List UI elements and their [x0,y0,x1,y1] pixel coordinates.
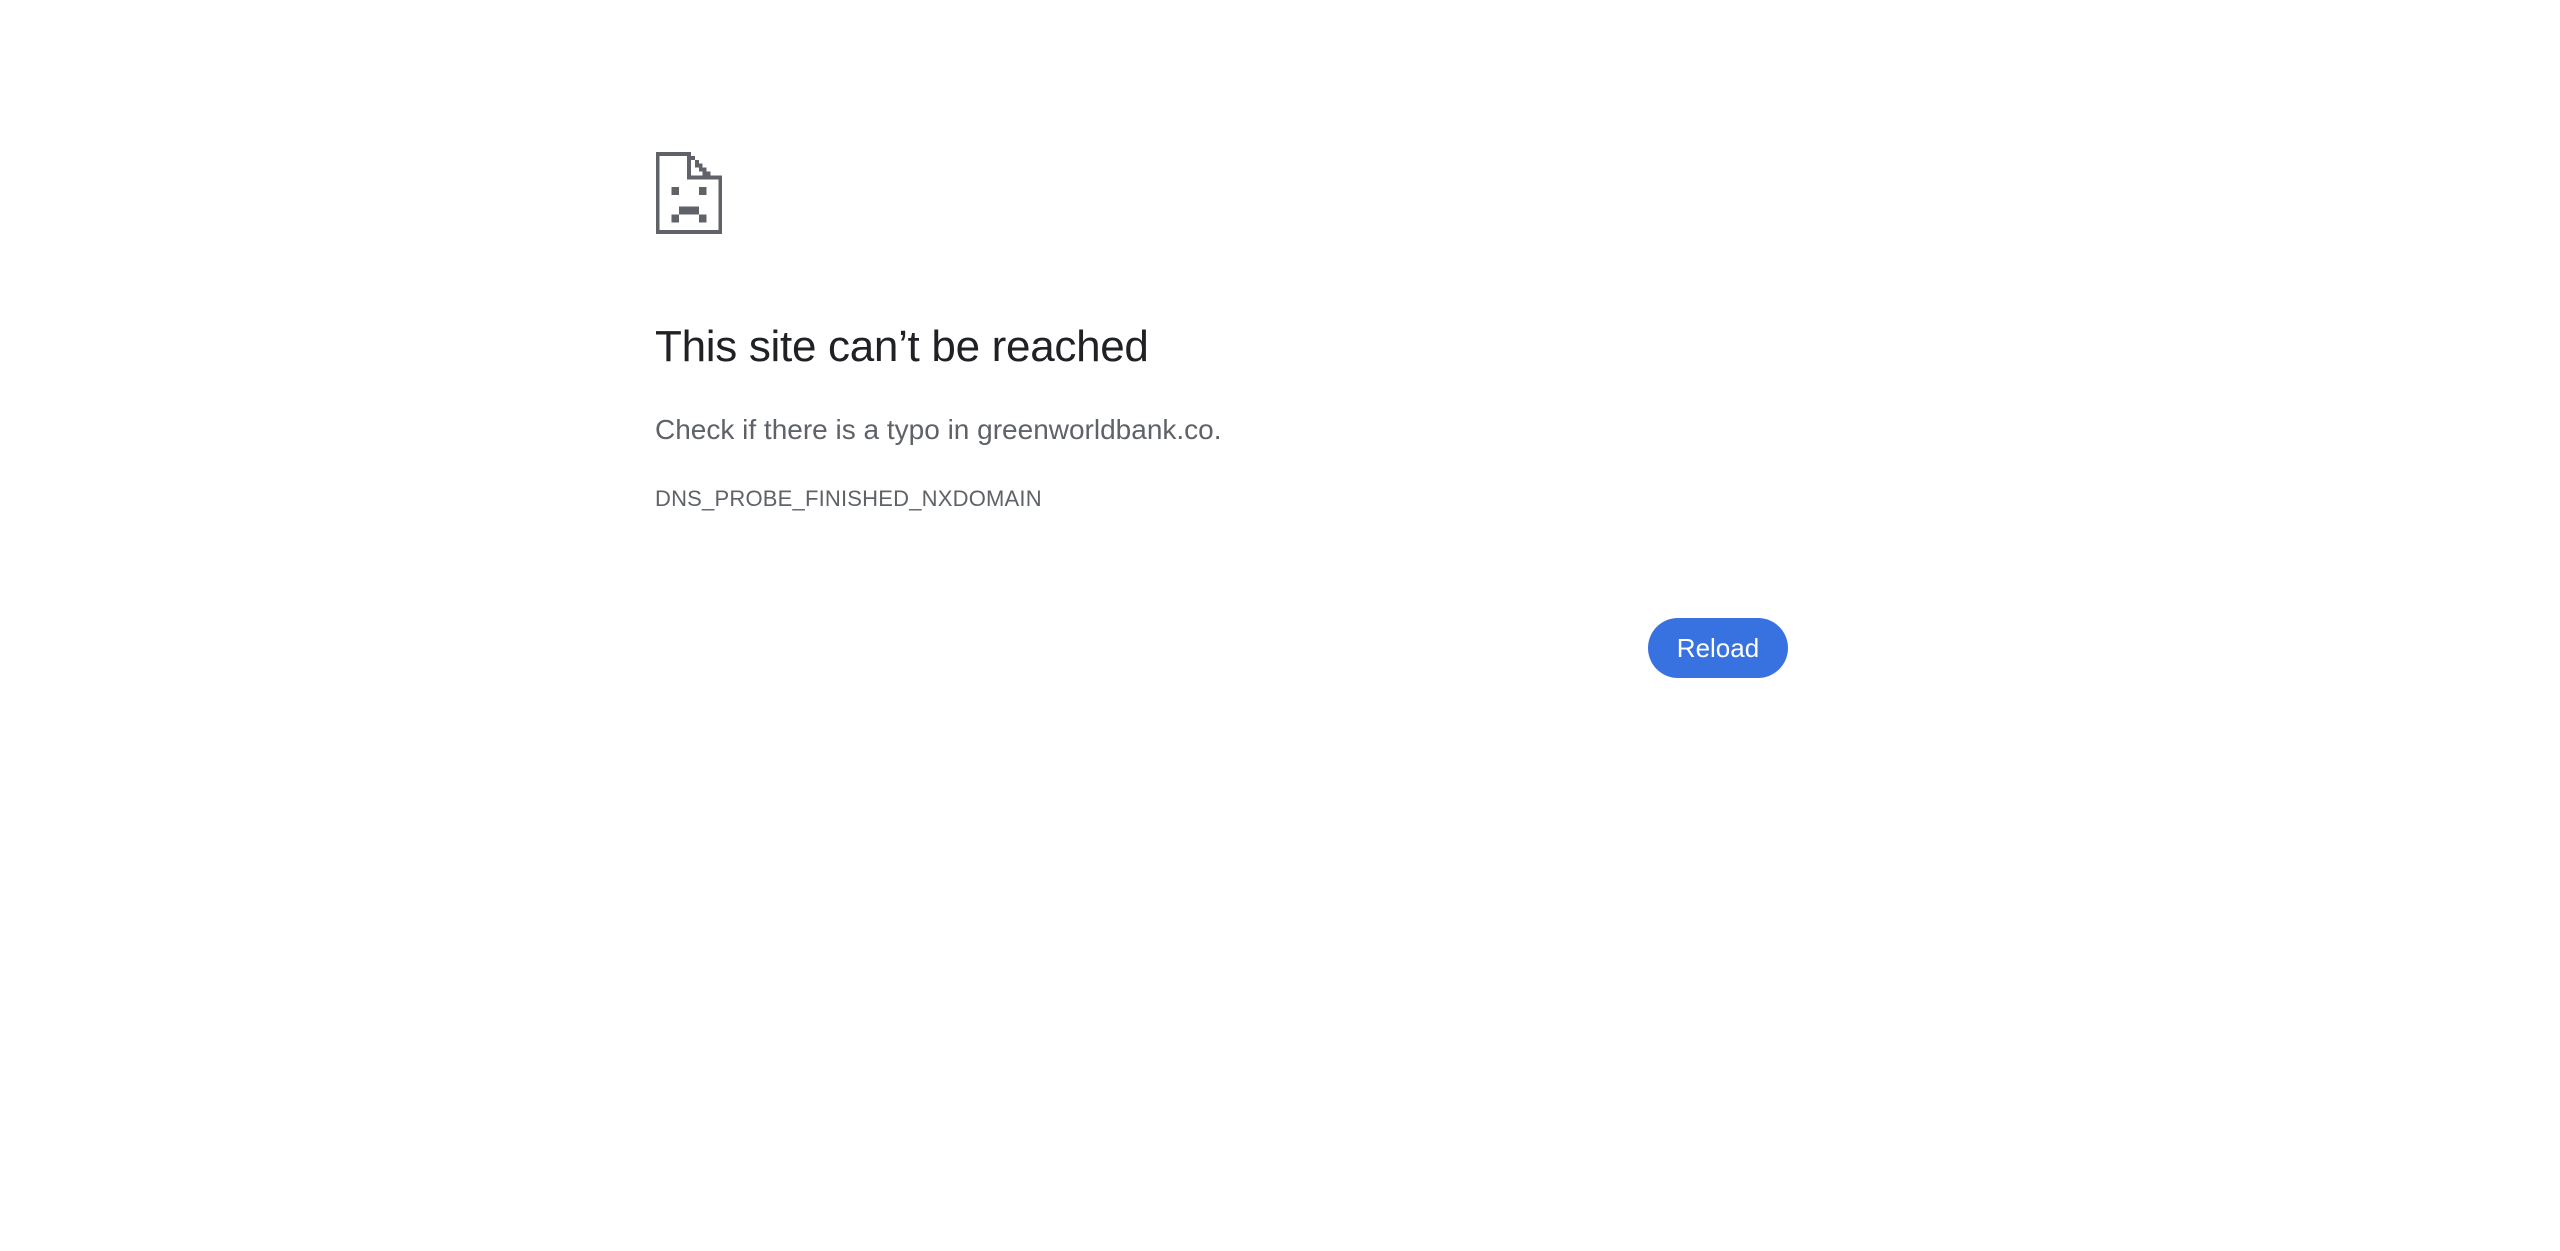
sad-document-icon [655,152,723,234]
error-code: DNS_PROBE_FINISHED_NXDOMAIN [655,486,1042,511]
page-title: This site can’t be reached [655,322,1149,371]
error-main-content: This site can’t be reached Check if ther… [655,152,1789,678]
error-message: Check if there is a typo in greenworldba… [655,414,1222,445]
reload-button[interactable]: Reload [1648,618,1788,678]
error-page: This site can’t be reached Check if ther… [0,0,2560,1251]
